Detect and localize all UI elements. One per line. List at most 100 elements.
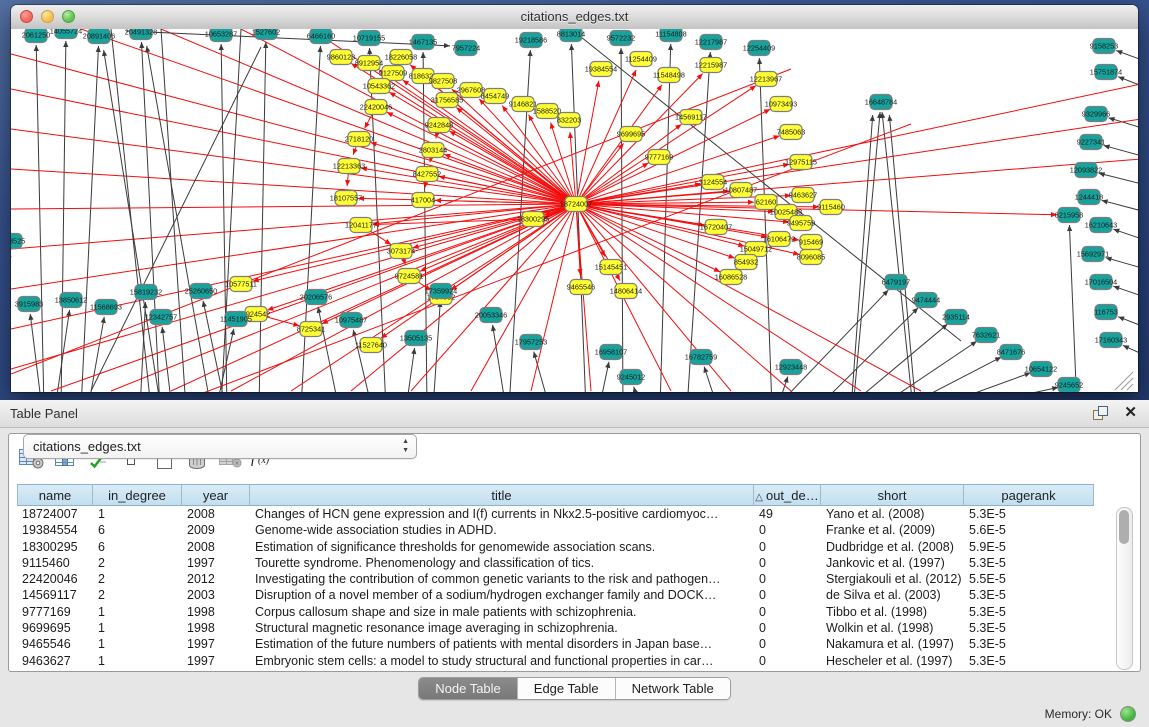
network-node-yellow[interactable]: 8427552 [413,167,441,182]
network-node-yellow[interactable]: 19384554 [585,62,617,77]
table-row[interactable]: 1938455462009Genome-wide association stu… [17,522,1094,538]
network-node-teal[interactable]: 7957224 [452,41,480,56]
network-node-teal[interactable]: 9474444 [912,293,940,308]
network-node-teal[interactable]: 13850612 [55,293,87,308]
network-node-yellow[interactable]: 9115460 [817,200,845,215]
network-select-dropdown[interactable]: citations_edges.txt ▲▼ [23,434,417,459]
network-node-yellow[interactable]: 3124554 [699,175,727,190]
network-node-teal[interactable]: 16648784 [865,95,897,110]
network-node-teal[interactable]: 12923448 [775,360,807,375]
network-node-teal[interactable]: 9572232 [607,31,635,46]
network-node-yellow[interactable]: 9827508 [429,74,457,89]
network-node-teal[interactable]: 19218586 [515,33,547,48]
tab-edge-table[interactable]: Edge Table [518,678,616,699]
network-node-teal[interactable]: 3915983 [15,297,43,312]
network-node-teal[interactable]: 8471676 [997,345,1025,360]
network-node-teal[interactable]: 14055724 [50,29,82,39]
network-node-yellow[interactable]: 18226058 [385,50,417,65]
network-node-teal[interactable]: 20206576 [300,290,332,305]
network-node-teal[interactable]: 12217987 [695,35,727,50]
network-node-teal[interactable]: 15819232 [130,285,162,300]
network-node-teal[interactable]: 20053346 [475,308,507,323]
network-node-teal[interactable]: 1527602 [252,29,280,40]
column-header-in_degree[interactable]: in_degree [93,484,182,506]
network-node-teal[interactable]: 17160343 [1095,333,1127,348]
network-node-yellow[interactable]: 9463627 [789,188,817,203]
float-panel-icon[interactable] [1093,406,1109,421]
tab-node-table[interactable]: Node Table [419,678,518,699]
network-node-teal[interactable]: 20491328 [125,29,157,40]
network-node-teal[interactable]: 15751874 [1090,65,1122,80]
network-node-teal[interactable]: 8813014 [557,29,585,42]
network-node-yellow[interactable]: 9242848 [425,118,453,133]
network-node-teal[interactable]: 20891406 [83,29,115,44]
network-node-yellow[interactable]: 16720407 [700,220,732,235]
network-node-yellow[interactable]: 14806414 [610,284,642,299]
network-view[interactable]: 1872400798601238912954182260589127509818… [11,29,1138,392]
close-panel-icon[interactable]: ✕ [1124,403,1137,421]
network-node-teal[interactable]: 25260650 [185,284,217,299]
network-node-yellow[interactable]: 18107557 [330,191,362,206]
network-node-teal[interactable]: 10719155 [353,31,385,46]
network-node-teal[interactable]: 10975487 [335,313,367,328]
network-node-yellow[interactable]: 12975115 [785,155,817,170]
network-node-teal[interactable]: 12093822 [1070,163,1102,178]
network-node-teal[interactable]: 9329966 [1082,107,1110,122]
network-node-teal[interactable]: 11154808 [655,29,686,42]
network-node-yellow[interactable]: 9465546 [567,280,595,295]
network-node-teal[interactable]: 15692971 [1077,247,1109,262]
network-node-teal[interactable]: 17016504 [1085,275,1117,290]
network-node-yellow[interactable]: 14569117 [675,110,707,125]
network-node-teal[interactable]: 9313525 [11,234,25,249]
network-node-teal[interactable]: 11451905 [220,312,252,327]
network-node-yellow[interactable]: 915469 [799,235,823,250]
table-row[interactable]: 1456911722003Disruption of a novel membe… [17,587,1094,603]
network-node-teal[interactable]: 9245652 [1055,378,1083,393]
network-node-yellow[interactable]: 11254409 [625,52,657,67]
column-header-short[interactable]: short [821,484,964,506]
network-node-teal[interactable]: 116753 [1094,305,1118,320]
table-row[interactable]: 911546021997Tourette syndrome. Phenomeno… [17,555,1094,571]
network-canvas[interactable]: 1872400798601238912954182260589127509818… [11,29,1138,392]
network-node-teal[interactable]: 16210643 [1085,218,1117,233]
network-node-teal[interactable]: 2061250 [22,29,50,43]
network-node-yellow[interactable]: 854932 [734,255,758,270]
network-node-yellow[interactable]: 10577511 [225,277,257,292]
network-node-yellow[interactable]: 8725341 [297,322,325,337]
table-row[interactable]: 2242004622012Investigating the contribut… [17,571,1094,587]
network-node-teal[interactable]: 10653287 [205,29,237,42]
scrollbar-thumb[interactable] [1119,510,1129,544]
network-node-yellow[interactable]: 7485063 [777,125,805,140]
table-row[interactable]: 1872400712008Changes of HCN gene express… [17,506,1094,522]
network-node-teal[interactable]: 2935114 [942,310,970,325]
network-node-yellow[interactable]: 3073174 [387,244,415,259]
table-vertical-scrollbar[interactable] [1116,507,1133,670]
table-row[interactable]: 1830029562008Estimation of significance … [17,539,1094,555]
table-row[interactable]: 977716911998Corpus callosum shape and si… [17,604,1094,620]
network-node-yellow[interactable]: 8096085 [797,250,825,265]
network-node-teal[interactable]: 9227341 [1077,135,1105,150]
network-node-teal[interactable]: 10654122 [1025,362,1057,377]
network-node-yellow[interactable]: 11548498 [653,68,685,83]
column-header-name[interactable]: name [17,484,93,506]
network-node-yellow[interactable]: 9777169 [645,150,673,165]
column-header-title[interactable]: title [250,484,754,506]
network-node-yellow[interactable]: 417004 [411,193,435,208]
network-node-yellow[interactable]: 12213967 [750,72,782,87]
network-node-teal[interactable]: 13505135 [400,331,432,346]
network-node-yellow[interactable]: 832203 [557,113,581,128]
network-node-yellow[interactable]: 9860123 [327,50,355,65]
network-node-yellow[interactable]: 8454749 [481,89,509,104]
table-row[interactable]: 946362711997Embryonic stem cells: a mode… [17,653,1094,669]
network-node-yellow[interactable]: 9699695 [617,127,645,142]
network-node-teal[interactable]: 7632621 [972,328,1000,343]
network-node-yellow[interactable]: 2803144 [419,143,447,158]
network-node-yellow[interactable]: 2718120 [345,132,373,147]
network-node-teal[interactable]: 1467135 [409,35,437,50]
network-node-teal[interactable]: 1244418 [1075,190,1103,205]
network-node-yellow[interactable]: 12041177 [345,218,377,233]
network-node-yellow[interactable]: 9724581 [395,269,423,284]
network-node-yellow[interactable]: 12215987 [695,58,727,73]
network-node-yellow[interactable]: 11527640 [355,338,387,353]
network-node-yellow[interactable]: 12213363 [333,159,365,174]
